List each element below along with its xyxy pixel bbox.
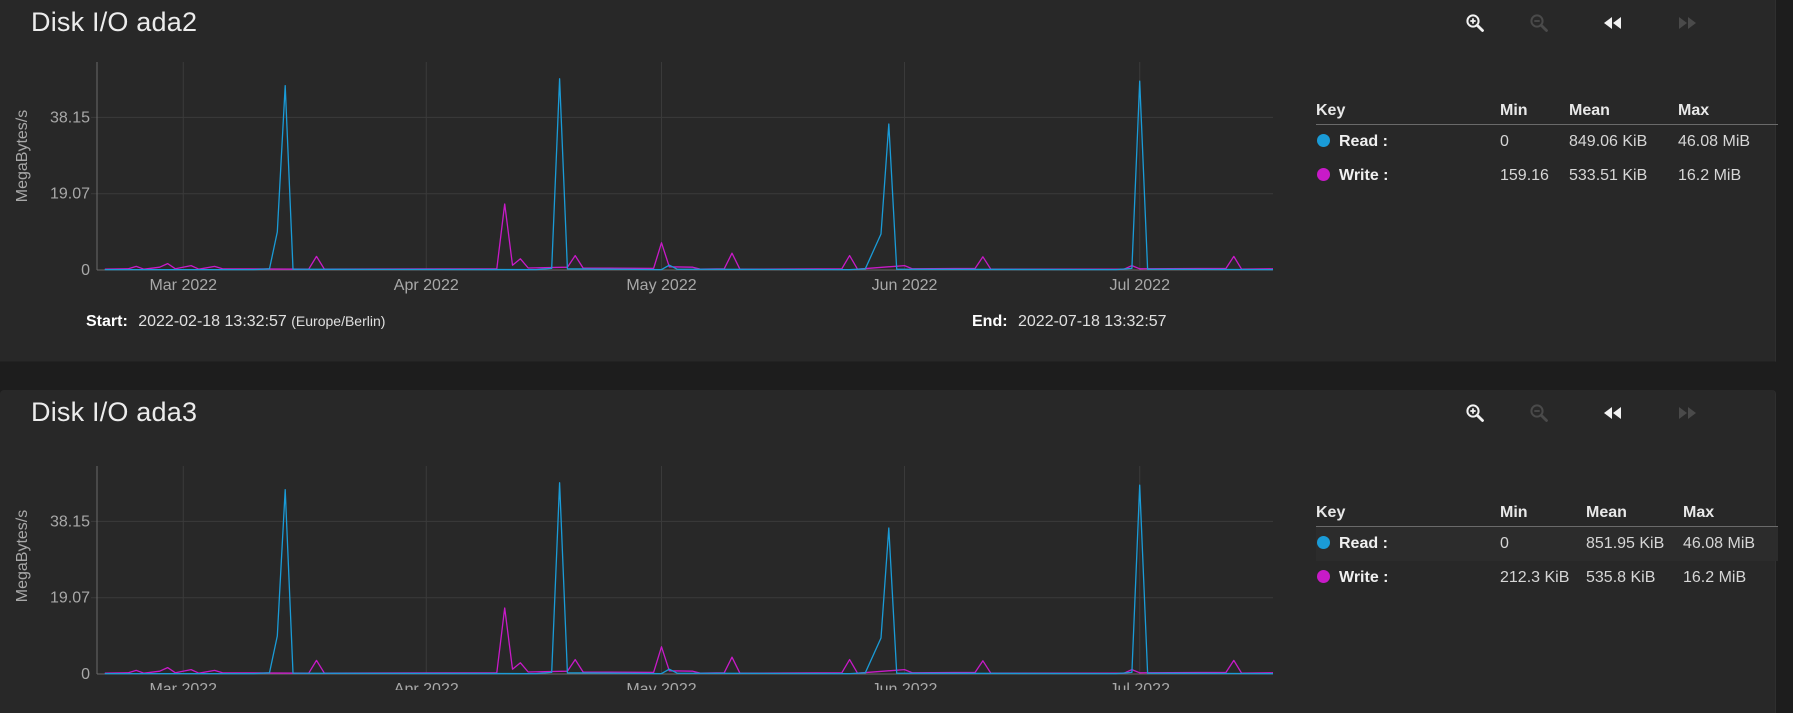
- legend-series-name: Read :: [1339, 133, 1388, 150]
- legend-max: 16.2 MiB: [1678, 167, 1742, 184]
- end-value: 2022-07-18 13:32:57: [1018, 313, 1167, 330]
- legend-row-read[interactable]: Read : 0 849.06 KiB 46.08 MiB: [1316, 125, 1778, 160]
- legend-max: 46.08 MiB: [1683, 526, 1778, 561]
- zoom-out-icon: [1530, 14, 1548, 32]
- write-series-dot-icon: [1317, 168, 1330, 181]
- zoom-in-button[interactable]: [1463, 402, 1487, 424]
- start-label: Start:: [86, 313, 128, 330]
- zoom-out-button[interactable]: [1527, 402, 1551, 424]
- legend-table: Key Min Mean Max Read : 0 851.95 KiB 46.…: [1316, 503, 1778, 595]
- read-series-dot-icon: [1317, 536, 1330, 549]
- y-axis-label: MegaBytes/s: [14, 509, 31, 603]
- legend-table: Key Min Mean Max Read : 0 849.06 KiB 46.…: [1316, 101, 1778, 193]
- timezone: (Europe/Berlin): [291, 313, 386, 329]
- start-value: 2022-02-18 13:32:57: [138, 313, 287, 330]
- read-series-line: [104, 482, 1274, 675]
- y-tick-label: 19.07: [50, 590, 90, 607]
- legend-row-write[interactable]: Write : 159.16 533.51 KiB 16.2 MiB: [1316, 159, 1778, 193]
- x-tick-label: Mar 2022: [149, 681, 217, 690]
- write-series-line: [104, 203, 1274, 270]
- legend-min: 159.16: [1500, 167, 1549, 184]
- rewind-button[interactable]: [1601, 12, 1625, 34]
- x-tick-label: May 2022: [626, 277, 696, 294]
- legend-header-max: Max: [1678, 101, 1778, 125]
- y-tick-label: 0: [81, 666, 90, 683]
- zoom-out-icon: [1530, 404, 1548, 422]
- x-tick-label: Jun 2022: [872, 681, 938, 690]
- range-end: End: 2022-07-18 13:32:57: [972, 313, 1167, 331]
- legend-min: 212.3 KiB: [1500, 569, 1570, 586]
- x-tick-label: May 2022: [626, 681, 696, 690]
- chart-card-ada2: Disk I/O ada2 Mar 2022 Apr 2022 May 2022…: [0, 0, 1778, 362]
- chart-card-ada3: Disk I/O ada3 Mar 2022 Apr 2022 May 2022…: [0, 390, 1778, 713]
- legend-key-write: Write :: [1316, 159, 1500, 193]
- line-chart-plot[interactable]: Mar 2022 Apr 2022 May 2022 Jun 2022 Jul 2022…: [0, 390, 1300, 690]
- read-series-dot-icon: [1317, 134, 1330, 147]
- zoom-in-icon: [1466, 404, 1484, 422]
- x-tick-label: Mar 2022: [149, 277, 217, 294]
- legend-header-key: Key: [1316, 101, 1500, 125]
- zoom-in-icon: [1466, 14, 1484, 32]
- x-tick-label: Apr 2022: [394, 681, 459, 690]
- legend-series-name: Read :: [1339, 535, 1388, 552]
- zoom-in-button[interactable]: [1463, 12, 1487, 34]
- legend-row-write[interactable]: Write : 212.3 KiB 535.8 KiB 16.2 MiB: [1316, 561, 1778, 595]
- read-series-line: [104, 78, 1274, 271]
- legend-max: 46.08 MiB: [1678, 133, 1751, 150]
- chart-legend: Key Min Mean Max Read : 0 849.06 KiB 46.…: [1316, 101, 1778, 193]
- y-tick-label: 19.07: [50, 186, 90, 203]
- rewind-button[interactable]: [1601, 402, 1625, 424]
- legend-key-read: Read :: [1316, 526, 1500, 561]
- legend-max: 16.2 MiB: [1683, 569, 1747, 586]
- legend-header-key: Key: [1316, 503, 1500, 527]
- legend-mean: 533.51 KiB: [1569, 167, 1648, 184]
- legend-min: 0: [1500, 133, 1509, 150]
- write-series-line: [104, 607, 1274, 674]
- legend-mean: 849.06 KiB: [1569, 133, 1648, 150]
- legend-mean: 851.95 KiB: [1586, 526, 1683, 561]
- legend-header-min: Min: [1500, 503, 1586, 527]
- fast-forward-icon: [1679, 17, 1696, 29]
- range-start: Start: 2022-02-18 13:32:57 (Europe/Berli…: [86, 313, 385, 331]
- legend-mean: 535.8 KiB: [1586, 569, 1656, 586]
- legend-series-name: Write :: [1339, 569, 1389, 586]
- fast-forward-icon: [1679, 407, 1696, 419]
- legend-min: 0: [1500, 526, 1586, 561]
- write-series-dot-icon: [1317, 570, 1330, 583]
- fast-forward-button[interactable]: [1675, 12, 1699, 34]
- y-tick-label: 38.15: [50, 109, 90, 126]
- legend-header-mean: Mean: [1586, 503, 1683, 527]
- y-axis-label: MegaBytes/s: [14, 109, 31, 203]
- chart-legend: Key Min Mean Max Read : 0 851.95 KiB 46.…: [1316, 503, 1778, 595]
- legend-key-write: Write :: [1316, 561, 1500, 595]
- x-tick-label: Jul 2022: [1109, 681, 1170, 690]
- legend-series-name: Write :: [1339, 167, 1389, 184]
- y-tick-label: 38.15: [50, 513, 90, 530]
- y-tick-label: 0: [81, 262, 90, 279]
- x-tick-label: Apr 2022: [394, 277, 459, 294]
- rewind-icon: [1604, 17, 1621, 29]
- legend-header-mean: Mean: [1569, 101, 1678, 125]
- zoom-out-button[interactable]: [1527, 12, 1551, 34]
- legend-key-read: Read :: [1316, 125, 1500, 160]
- legend-header-min: Min: [1500, 101, 1569, 125]
- fast-forward-button[interactable]: [1675, 402, 1699, 424]
- legend-header-row: Key Min Mean Max: [1316, 101, 1778, 125]
- rewind-icon: [1604, 407, 1621, 419]
- legend-header-max: Max: [1683, 503, 1778, 527]
- x-tick-label: Jul 2022: [1109, 277, 1170, 294]
- x-tick-label: Jun 2022: [872, 277, 938, 294]
- legend-row-read[interactable]: Read : 0 851.95 KiB 46.08 MiB: [1316, 526, 1778, 561]
- end-label: End:: [972, 313, 1008, 330]
- legend-header-row: Key Min Mean Max: [1316, 503, 1778, 527]
- line-chart-plot[interactable]: Mar 2022 Apr 2022 May 2022 Jun 2022 Jul 2022…: [0, 0, 1300, 300]
